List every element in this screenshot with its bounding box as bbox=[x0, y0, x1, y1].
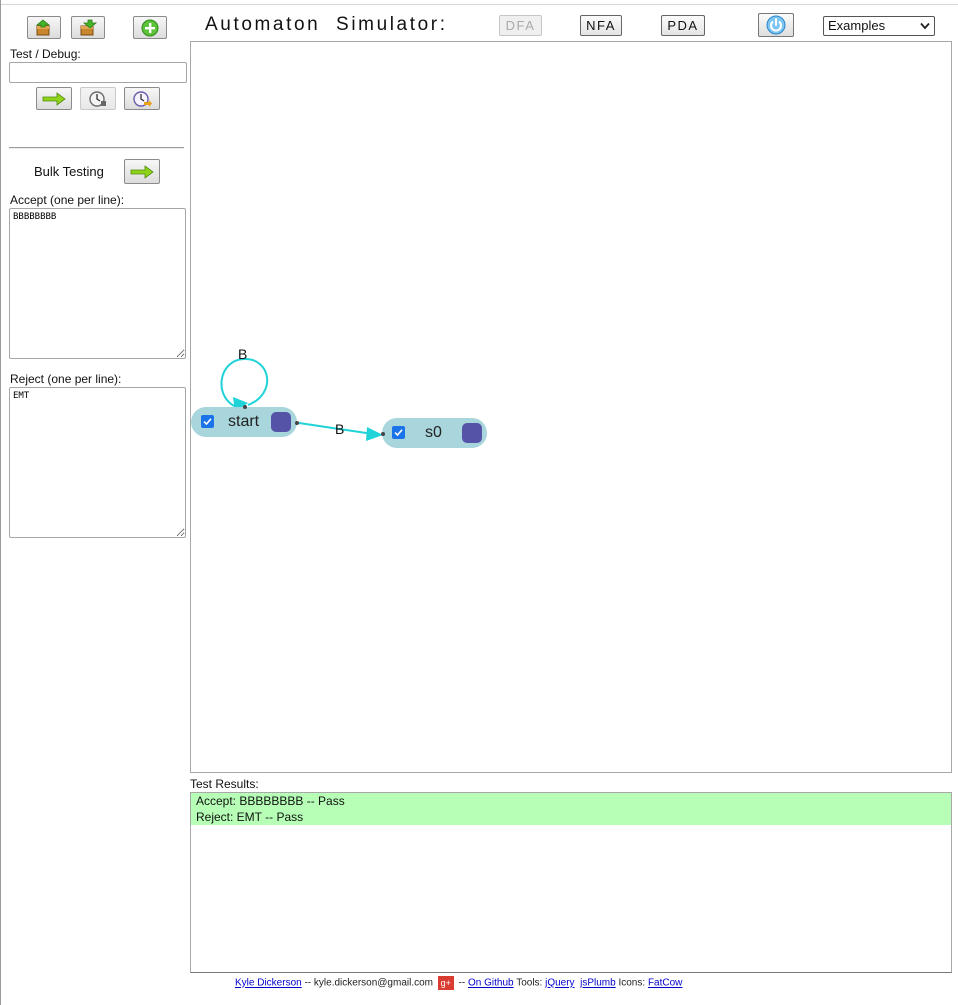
step-forward-button[interactable] bbox=[124, 87, 160, 110]
result-row: Reject: EMT -- Pass bbox=[191, 809, 951, 825]
author-link[interactable]: Kyle Dickerson bbox=[235, 978, 302, 989]
jsplumb-link[interactable]: jsPlumb bbox=[580, 978, 616, 989]
footer: Kyle Dickerson -- kyle.dickerson@gmail.c… bbox=[235, 976, 682, 991]
save-box-icon bbox=[80, 19, 98, 35]
footer-separator: -- bbox=[455, 977, 468, 989]
reject-textarea[interactable]: EMT bbox=[9, 387, 186, 538]
panel-divider bbox=[9, 147, 184, 149]
endpoint-dot bbox=[381, 432, 385, 436]
test-results-label: Test Results: bbox=[190, 777, 259, 791]
automaton-canvas[interactable]: B B start s0 bbox=[190, 41, 952, 773]
state-s0[interactable]: s0 bbox=[382, 418, 487, 448]
examples-select[interactable]: Examples bbox=[823, 16, 935, 36]
app-title: Automaton Simulator: bbox=[205, 14, 448, 35]
result-row: Accept: BBBBBBBB -- Pass bbox=[191, 793, 951, 809]
state-label: start bbox=[228, 413, 260, 430]
endpoint-dot bbox=[295, 421, 299, 425]
automaton-simulator-page: Test / Debug: Bulk Testing Accept (one p… bbox=[0, 0, 958, 1005]
add-state-button[interactable] bbox=[133, 16, 167, 39]
mode-pda-button[interactable]: PDA bbox=[661, 15, 705, 36]
power-icon bbox=[766, 15, 786, 35]
load-box-icon bbox=[35, 18, 51, 35]
transition-layer bbox=[220, 357, 383, 441]
run-arrow-icon bbox=[42, 91, 66, 106]
examples-select-value: Examples bbox=[828, 18, 886, 33]
jquery-link[interactable]: jQuery bbox=[545, 978, 574, 989]
mode-dfa-button[interactable]: DFA bbox=[499, 15, 542, 36]
transition-label: B bbox=[238, 346, 248, 362]
debug-input[interactable] bbox=[9, 62, 187, 83]
load-button[interactable] bbox=[27, 16, 61, 39]
check-icon bbox=[394, 429, 403, 437]
footer-email: -- kyle.dickerson@gmail.com bbox=[301, 977, 436, 989]
accept-textarea[interactable]: BBBBBBBB bbox=[9, 208, 186, 359]
tools-label: Tools: bbox=[513, 977, 546, 989]
step-forward-clock-icon bbox=[133, 90, 152, 107]
left-panel: Test / Debug: Bulk Testing Accept (one p… bbox=[1, 0, 189, 1005]
transition-start-start bbox=[220, 357, 268, 409]
bulk-test-button[interactable] bbox=[124, 159, 160, 184]
endpoint-dot bbox=[243, 405, 247, 409]
save-button[interactable] bbox=[71, 16, 105, 39]
mode-nfa-button[interactable]: NFA bbox=[580, 15, 622, 36]
debug-label: Test / Debug: bbox=[10, 47, 81, 61]
icons-label: Icons: bbox=[615, 977, 648, 989]
add-state-icon bbox=[141, 19, 159, 36]
accepting-checkbox[interactable] bbox=[201, 415, 214, 428]
state-start[interactable]: start bbox=[191, 407, 297, 437]
accepting-checkbox[interactable] bbox=[392, 426, 405, 439]
step-clock-icon bbox=[89, 90, 106, 107]
run-arrow-icon bbox=[130, 164, 154, 179]
connect-handle[interactable] bbox=[462, 423, 482, 443]
bulk-testing-label: Bulk Testing bbox=[34, 164, 104, 179]
accept-label: Accept (one per line): bbox=[10, 193, 125, 207]
reset-button[interactable] bbox=[758, 13, 794, 37]
transition-label: B bbox=[335, 421, 345, 437]
run-debug-button[interactable] bbox=[36, 87, 72, 110]
state-label: s0 bbox=[425, 424, 442, 441]
reject-label: Reject (one per line): bbox=[10, 372, 122, 386]
test-results-panel: Accept: BBBBBBBB -- Pass Reject: EMT -- … bbox=[190, 792, 952, 973]
fatcow-link[interactable]: FatCow bbox=[648, 978, 682, 989]
connect-handle[interactable] bbox=[271, 412, 291, 432]
check-icon bbox=[203, 418, 212, 426]
chevron-down-icon bbox=[920, 22, 930, 30]
step-debug-button[interactable] bbox=[80, 87, 116, 110]
github-link[interactable]: On Github bbox=[468, 978, 514, 989]
google-plus-icon[interactable]: g+ bbox=[437, 976, 454, 990]
